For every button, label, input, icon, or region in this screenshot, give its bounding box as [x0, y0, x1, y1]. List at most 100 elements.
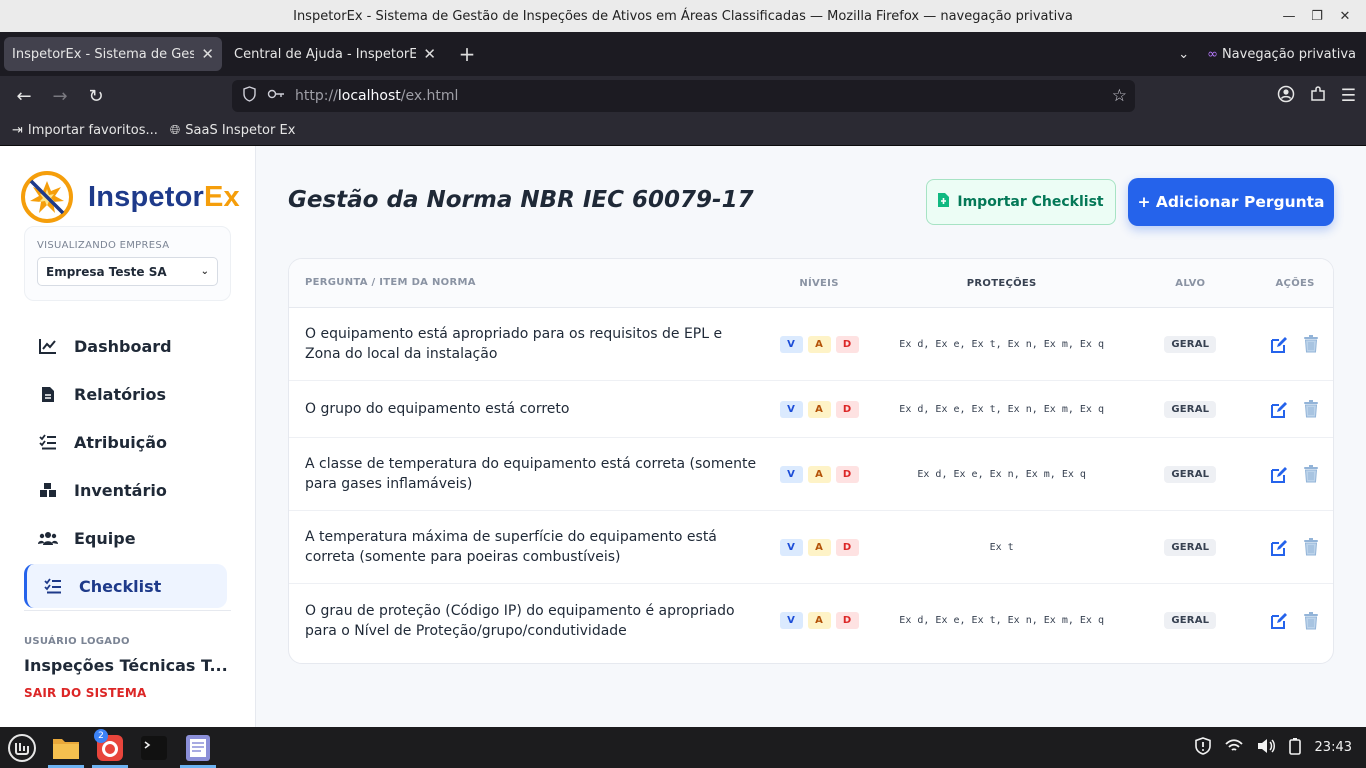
- trash-icon[interactable]: [1301, 334, 1321, 354]
- edit-icon[interactable]: [1269, 334, 1289, 354]
- question-text: A classe de temperatura do equipamento e…: [305, 456, 757, 492]
- target-cell: GERAL: [1123, 335, 1257, 353]
- checklist-table: PERGUNTA / ITEM DA NORMA NÍVEIS PROTEÇÕE…: [288, 258, 1334, 664]
- sidebar-item-checklist[interactable]: Checklist: [24, 564, 227, 608]
- private-mask-icon: ∞: [1207, 46, 1218, 62]
- window-controls: — ❐ ✕: [1278, 0, 1356, 32]
- sidebar-divider: [24, 610, 231, 611]
- bookmark-star-icon[interactable]: ☆: [1112, 86, 1127, 106]
- url-bar[interactable]: http://localhost/ex.html ☆: [232, 80, 1135, 112]
- target-badge: GERAL: [1164, 612, 1217, 629]
- private-browsing-indicator: ∞ Navegação privativa: [1207, 47, 1356, 62]
- sidebar-item-atribuicao[interactable]: Atribuição: [24, 420, 227, 464]
- tab-list-chevron-icon[interactable]: ⌄: [1178, 47, 1189, 62]
- level-badge-a: A: [807, 538, 831, 556]
- import-checklist-button[interactable]: Importar Checklist: [926, 179, 1116, 225]
- firefox-icon[interactable]: 2: [92, 727, 128, 768]
- os-taskbar: 2 23:43: [0, 727, 1366, 768]
- browser-tabbar: InspetorEx - Sistema de Gestão de Inspeç…: [0, 32, 1366, 76]
- column-header-question: PERGUNTA / ITEM DA NORMA: [305, 277, 476, 288]
- table-header: PERGUNTA / ITEM DA NORMA NÍVEIS PROTEÇÕE…: [289, 259, 1333, 308]
- page-title: Gestão da Norma NBR IEC 60079-17: [288, 187, 754, 213]
- target-cell: GERAL: [1123, 400, 1257, 418]
- logout-link[interactable]: SAIR DO SISTEMA: [24, 686, 147, 700]
- protections-text: Ex d, Ex e, Ex t, Ex n, Ex m, Ex q: [899, 403, 1104, 415]
- question-text: A temperatura máxima de superfície do eq…: [305, 529, 717, 565]
- sidebar-item-label: Atribuição: [74, 432, 168, 452]
- browser-tab-active[interactable]: InspetorEx - Sistema de Gestão de Inspeç…: [4, 37, 222, 71]
- import-label: Importar Checklist: [957, 194, 1104, 210]
- new-tab-icon[interactable]: +: [454, 42, 480, 66]
- target-badge: GERAL: [1164, 335, 1217, 353]
- wifi-icon[interactable]: [1224, 738, 1243, 757]
- trash-icon[interactable]: [1301, 611, 1321, 631]
- tab-close-icon[interactable]: ✕: [423, 45, 436, 63]
- battery-icon[interactable]: [1288, 737, 1301, 759]
- private-label: Navegação privativa: [1221, 46, 1356, 62]
- add-question-button[interactable]: + Adicionar Pergunta: [1128, 178, 1334, 226]
- company-select[interactable]: Empresa Teste SA ⌄: [37, 257, 218, 286]
- question-text: O equipamento está apropriado para os re…: [305, 326, 723, 362]
- company-selected: Empresa Teste SA: [46, 264, 167, 279]
- sidebar-item-equipe[interactable]: Equipe: [24, 516, 227, 560]
- trash-icon[interactable]: [1301, 537, 1321, 557]
- protections-text: Ex t: [989, 541, 1014, 553]
- back-icon[interactable]: ←: [6, 78, 42, 114]
- edit-icon[interactable]: [1269, 464, 1289, 484]
- bookmark-import[interactable]: ⇥ Importar favoritos...: [12, 123, 158, 138]
- extensions-icon[interactable]: [1309, 85, 1327, 108]
- protections-text: Ex d, Ex e, Ex t, Ex n, Ex m, Ex q: [899, 615, 1104, 626]
- menu-icon[interactable]: ☰: [1341, 86, 1356, 106]
- level-badge-v: V: [779, 335, 803, 353]
- forward-icon[interactable]: →: [42, 78, 78, 114]
- sidebar-item-dashboard[interactable]: Dashboard: [24, 324, 227, 368]
- actions-cell: [1257, 399, 1333, 419]
- clock[interactable]: 23:43: [1315, 740, 1352, 755]
- browser-navbar: ← → ↻ http://localhost/ex.html ☆ ☰: [0, 76, 1366, 116]
- browser-tab[interactable]: Central de Ajuda - InspetorEx ✕: [226, 37, 444, 71]
- reload-icon[interactable]: ↻: [78, 78, 114, 114]
- sidebar-item-label: Equipe: [74, 528, 136, 548]
- shield-icon[interactable]: [242, 86, 257, 106]
- level-badge-v: V: [779, 538, 803, 556]
- chevron-down-icon: ⌄: [200, 266, 209, 277]
- level-badge-a: A: [807, 465, 831, 483]
- user-label: USUÁRIO LOGADO: [24, 636, 130, 647]
- trash-icon[interactable]: [1301, 464, 1321, 484]
- files-folder-icon[interactable]: [48, 727, 84, 768]
- tab-close-icon[interactable]: ✕: [201, 45, 214, 63]
- terminal-icon[interactable]: [136, 727, 172, 768]
- column-header-actions: AÇÕES: [1275, 277, 1315, 289]
- target-badge: GERAL: [1164, 465, 1217, 483]
- edit-icon[interactable]: [1269, 399, 1289, 419]
- mint-menu-icon[interactable]: [4, 727, 40, 768]
- shield-tray-icon[interactable]: [1194, 736, 1211, 759]
- bookmark-label: Importar favoritos...: [27, 123, 158, 138]
- actions-cell: [1257, 611, 1333, 631]
- trash-icon[interactable]: [1301, 399, 1321, 419]
- sidebar-item-inventario[interactable]: Inventário: [24, 468, 227, 512]
- app-logo[interactable]: InspetorEx: [20, 170, 240, 224]
- target-cell: GERAL: [1123, 538, 1257, 556]
- edit-icon[interactable]: [1269, 611, 1289, 631]
- company-selector-box: VISUALIZANDO EMPRESA Empresa Teste SA ⌄: [24, 226, 231, 301]
- list-check-icon: [43, 578, 63, 594]
- table-row: A classe de temperatura do equipamento e…: [289, 438, 1333, 511]
- target-badge: GERAL: [1164, 538, 1217, 556]
- table-row: A temperatura máxima de superfície do eq…: [289, 511, 1333, 584]
- sidebar-item-label: Relatórios: [74, 384, 166, 404]
- close-icon[interactable]: ✕: [1334, 5, 1356, 27]
- text-editor-icon[interactable]: [180, 727, 216, 768]
- sidebar-item-relatorios[interactable]: Relatórios: [24, 372, 227, 416]
- edit-icon[interactable]: [1269, 537, 1289, 557]
- account-icon[interactable]: [1277, 85, 1295, 108]
- column-header-levels: NÍVEIS: [799, 277, 839, 289]
- volume-icon[interactable]: [1257, 738, 1275, 758]
- maximize-icon[interactable]: ❐: [1306, 5, 1328, 27]
- page: InspetorEx VISUALIZANDO EMPRESA Empresa …: [0, 146, 1366, 727]
- levels-cell: V A D: [758, 400, 880, 418]
- bookmark-saas[interactable]: 🌐︎ SaaS Inspetor Ex: [170, 123, 296, 138]
- target-cell: GERAL: [1123, 612, 1257, 629]
- key-icon[interactable]: [267, 88, 285, 104]
- minimize-icon[interactable]: —: [1278, 5, 1300, 27]
